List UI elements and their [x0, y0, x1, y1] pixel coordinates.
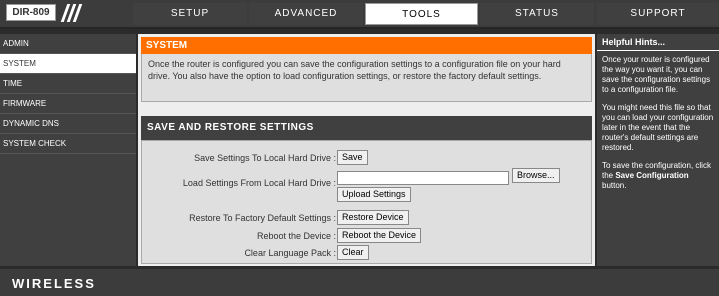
- sidebar-item-time[interactable]: TIME: [0, 74, 136, 94]
- main-content: SYSTEM Once the router is configured you…: [138, 34, 595, 266]
- hint-emphasis: Save Configuration: [615, 171, 689, 180]
- tab-support[interactable]: SUPPORT: [597, 3, 719, 25]
- tab-setup[interactable]: SETUP: [133, 3, 247, 25]
- tab-tools[interactable]: TOOLS: [365, 3, 478, 25]
- system-description: Once the router is configured you can sa…: [141, 54, 592, 102]
- hint-paragraph: You might need this file so that you can…: [602, 103, 714, 152]
- sidebar-item-firmware[interactable]: FIRMWARE: [0, 94, 136, 114]
- hint-text: button.: [602, 181, 627, 190]
- save-settings-label: Save Settings To Local Hard Drive :: [194, 153, 336, 163]
- tab-advanced[interactable]: ADVANCED: [249, 3, 363, 25]
- tab-status[interactable]: STATUS: [480, 3, 594, 25]
- model-label: DIR-809: [6, 4, 56, 21]
- save-button[interactable]: Save: [337, 150, 368, 165]
- wireless-brand: WIRELESS: [12, 276, 96, 291]
- hint-paragraph: To save the configuration, click the Sav…: [597, 157, 719, 195]
- sidebar: ADMIN SYSTEM TIME FIRMWARE DYNAMIC DNS S…: [0, 34, 136, 266]
- sidebar-item-system-check[interactable]: SYSTEM CHECK: [0, 134, 136, 154]
- load-settings-label: Load Settings From Local Hard Drive :: [182, 178, 336, 188]
- sidebar-item-admin[interactable]: ADMIN: [0, 34, 136, 54]
- sidebar-item-system[interactable]: SYSTEM: [0, 54, 136, 74]
- footer: WIRELESS: [0, 269, 719, 296]
- system-panel-title: SYSTEM: [141, 37, 592, 54]
- upload-settings-button[interactable]: Upload Settings: [337, 187, 411, 202]
- model-badge: DIR-809: [6, 4, 88, 22]
- hint-paragraph: Once your router is configured the way y…: [602, 55, 711, 94]
- restore-label: Restore To Factory Default Settings :: [189, 213, 336, 223]
- clear-button[interactable]: Clear: [337, 245, 369, 260]
- save-restore-form: Save Settings To Local Hard Drive : Save…: [141, 140, 592, 264]
- reboot-device-button[interactable]: Reboot the Device: [337, 228, 422, 243]
- sidebar-item-dynamic-dns[interactable]: DYNAMIC DNS: [0, 114, 136, 134]
- helpful-hints-panel: Helpful Hints... Once your router is con…: [597, 34, 719, 266]
- save-restore-title: SAVE AND RESTORE SETTINGS: [141, 116, 592, 140]
- top-navigation-bar: DIR-809 SETUP ADVANCED TOOLS STATUS SUPP…: [0, 0, 719, 29]
- settings-file-input[interactable]: [337, 171, 509, 185]
- reboot-label: Reboot the Device :: [256, 231, 336, 241]
- hints-title: Helpful Hints...: [597, 34, 719, 51]
- system-panel: SYSTEM Once the router is configured you…: [141, 37, 592, 102]
- browse-button[interactable]: Browse...: [512, 168, 560, 183]
- restore-device-button[interactable]: Restore Device: [337, 210, 409, 225]
- clear-language-pack-label: Clear Language Pack :: [244, 248, 336, 258]
